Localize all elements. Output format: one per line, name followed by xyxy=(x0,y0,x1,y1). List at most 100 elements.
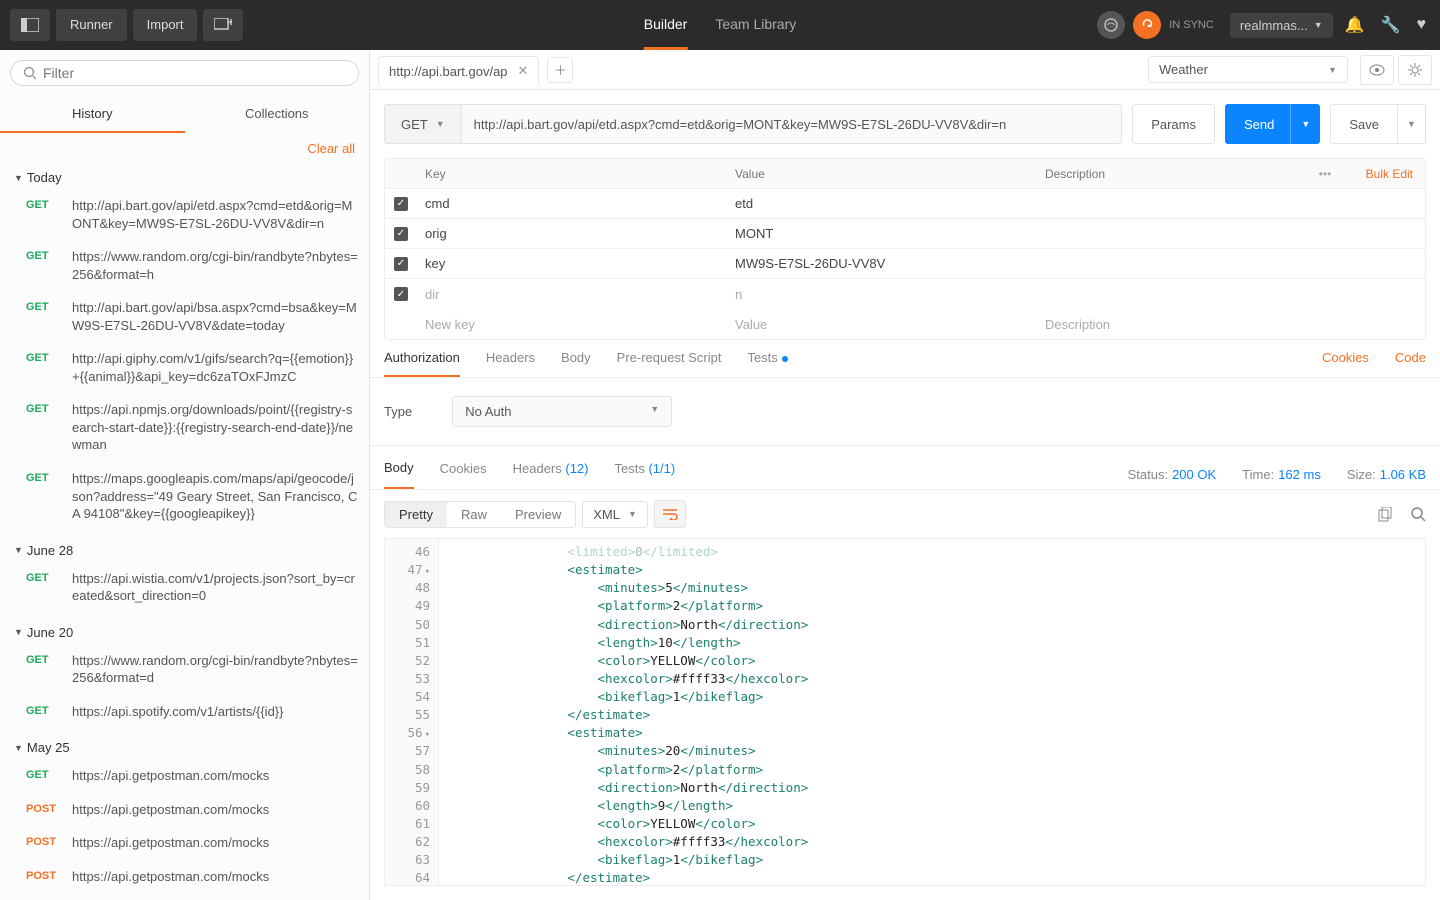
resp-tab-headers[interactable]: Headers (12) xyxy=(513,461,589,488)
history-item[interactable]: GEThttps://www.random.org/cgi-bin/randby… xyxy=(10,242,359,293)
copy-response-icon[interactable] xyxy=(1378,507,1393,522)
checkbox-icon[interactable]: ✓ xyxy=(394,227,408,241)
toggle-sidebar-button[interactable] xyxy=(10,9,50,41)
new-window-button[interactable] xyxy=(203,9,243,41)
import-button[interactable]: Import xyxy=(133,9,198,41)
subtab-body[interactable]: Body xyxy=(561,350,591,377)
subtab-tests[interactable]: Tests xyxy=(747,350,787,377)
env-quicklook-button[interactable] xyxy=(1360,55,1394,85)
param-key[interactable]: key xyxy=(417,251,727,276)
param-row[interactable]: ✓ keyMW9S-E7SL-26DU-VV8V xyxy=(385,249,1425,279)
resp-tab-cookies[interactable]: Cookies xyxy=(440,461,487,488)
subtab-headers[interactable]: Headers xyxy=(486,350,535,377)
notifications-icon[interactable]: 🔔 xyxy=(1341,15,1369,35)
param-value[interactable]: etd xyxy=(727,191,1037,216)
history-item[interactable]: POSThttps://api.getpostman.com/mocks xyxy=(10,795,359,829)
sidebar-filter[interactable] xyxy=(10,60,359,86)
subtab-authorization[interactable]: Authorization xyxy=(384,350,460,377)
filter-input[interactable] xyxy=(43,65,346,81)
mode-raw[interactable]: Raw xyxy=(447,502,501,527)
history-item[interactable]: GEThttps://api.npmjs.org/downloads/point… xyxy=(10,395,359,464)
tab-builder[interactable]: Builder xyxy=(644,1,688,50)
send-options-button[interactable]: ▼ xyxy=(1290,104,1320,144)
response-mode-bar: Pretty Raw Preview XML▼ xyxy=(370,490,1440,538)
param-key[interactable]: orig xyxy=(417,221,727,246)
resp-tab-body[interactable]: Body xyxy=(384,460,414,489)
resp-status: Status:200 OK xyxy=(1128,467,1217,482)
chevron-down-icon: ▼ xyxy=(436,119,445,129)
history-item[interactable]: POSThttps://api.getpostman.com/mocks xyxy=(10,828,359,862)
params-button[interactable]: Params xyxy=(1132,104,1215,144)
param-row[interactable]: ✓ dirn xyxy=(385,279,1425,309)
user-menu[interactable]: realmmas...▼ xyxy=(1230,13,1333,38)
cookies-link[interactable]: Cookies xyxy=(1322,350,1369,377)
new-desc-input[interactable]: Description xyxy=(1037,312,1305,337)
send-button[interactable]: Send xyxy=(1225,104,1293,144)
param-value[interactable]: MW9S-E7SL-26DU-VV8V xyxy=(727,251,1037,276)
tab-team-library[interactable]: Team Library xyxy=(715,1,796,50)
sidebar-tab-history[interactable]: History xyxy=(0,96,185,133)
history-item[interactable]: GEThttp://api.bart.gov/api/etd.aspx?cmd=… xyxy=(10,191,359,242)
new-key-input[interactable]: New key xyxy=(417,312,727,337)
code-link[interactable]: Code xyxy=(1395,350,1426,377)
param-key[interactable]: cmd xyxy=(417,191,727,216)
checkbox-icon[interactable]: ✓ xyxy=(394,287,408,301)
history-item-url: http://api.giphy.com/v1/gifs/search?q={{… xyxy=(72,350,359,385)
param-row[interactable]: ✓ origMONT xyxy=(385,219,1425,249)
history-item[interactable]: GEThttp://api.bart.gov/api/bsa.aspx?cmd=… xyxy=(10,293,359,344)
checkbox-icon[interactable]: ✓ xyxy=(394,197,408,211)
sidebar-tab-collections[interactable]: Collections xyxy=(185,96,370,133)
favorite-icon[interactable]: ♥ xyxy=(1413,16,1431,34)
checkbox-icon[interactable]: ✓ xyxy=(394,257,408,271)
new-value-input[interactable]: Value xyxy=(727,312,1037,337)
history-item[interactable]: GEThttps://maps.googleapis.com/maps/api/… xyxy=(10,464,359,533)
search-response-icon[interactable] xyxy=(1411,507,1426,522)
history-item[interactable]: POSThttps://api.getpostman.com/mocks xyxy=(10,862,359,896)
param-row[interactable]: ✓ cmdetd xyxy=(385,189,1425,219)
sidebar-day-header[interactable]: ▼June 20 xyxy=(10,615,359,646)
history-item[interactable]: GEThttps://api.spotify.com/v1/artists/{{… xyxy=(10,697,359,731)
param-key[interactable]: dir xyxy=(417,282,727,307)
subtab-prerequest[interactable]: Pre-request Script xyxy=(617,350,722,377)
sidebar-history-list[interactable]: ▼TodayGEThttp://api.bart.gov/api/etd.asp… xyxy=(0,160,369,900)
environment-select[interactable]: Weather▼ xyxy=(1148,56,1348,83)
mode-pretty[interactable]: Pretty xyxy=(385,502,447,527)
auth-type-select[interactable]: No Auth▼ xyxy=(452,396,672,427)
close-tab-icon[interactable]: ✕ xyxy=(518,63,529,79)
history-item[interactable]: POSThttps://api.getpostman.com/mocks xyxy=(10,896,359,900)
wrap-lines-button[interactable] xyxy=(654,500,686,528)
bulk-edit-link[interactable]: Bulk Edit xyxy=(1345,167,1425,181)
save-options-button[interactable]: ▼ xyxy=(1398,104,1426,144)
history-item[interactable]: GEThttps://www.random.org/cgi-bin/randby… xyxy=(10,646,359,697)
sync-status-label: IN SYNC xyxy=(1169,19,1214,31)
param-desc[interactable] xyxy=(1037,229,1305,239)
response-body-viewer[interactable]: 4647▾484950515253545556▾5758596061626364… xyxy=(384,538,1426,886)
url-input[interactable]: http://api.bart.gov/api/etd.aspx?cmd=etd… xyxy=(462,104,1123,144)
history-item-url: https://api.getpostman.com/mocks xyxy=(72,868,359,886)
request-tab[interactable]: http://api.bart.gov/ap ✕ xyxy=(378,56,539,85)
history-item[interactable]: GEThttp://api.giphy.com/v1/gifs/search?q… xyxy=(10,344,359,395)
save-button[interactable]: Save xyxy=(1330,104,1398,144)
history-item[interactable]: GEThttps://api.getpostman.com/mocks xyxy=(10,761,359,795)
param-desc[interactable] xyxy=(1037,259,1305,269)
sidebar-day-header[interactable]: ▼Today xyxy=(10,160,359,191)
sidebar-day-header[interactable]: ▼June 28 xyxy=(10,533,359,564)
param-value[interactable]: n xyxy=(727,282,1037,307)
format-select[interactable]: XML▼ xyxy=(582,501,648,528)
interceptor-icon[interactable] xyxy=(1097,11,1125,39)
settings-icon[interactable]: 🔧 xyxy=(1377,15,1405,35)
sidebar-day-header[interactable]: ▼May 25 xyxy=(10,730,359,761)
mode-preview[interactable]: Preview xyxy=(501,502,575,527)
param-desc[interactable] xyxy=(1037,199,1305,209)
param-value[interactable]: MONT xyxy=(727,221,1037,246)
param-desc[interactable] xyxy=(1037,289,1305,299)
add-tab-button[interactable]: ＋ xyxy=(547,57,573,83)
clear-all-link[interactable]: Clear all xyxy=(0,133,369,160)
env-settings-button[interactable] xyxy=(1398,55,1432,85)
resp-tab-tests[interactable]: Tests (1/1) xyxy=(615,461,676,488)
sync-status-icon[interactable] xyxy=(1133,11,1161,39)
method-select[interactable]: GET▼ xyxy=(384,104,462,144)
history-item[interactable]: GEThttps://api.wistia.com/v1/projects.js… xyxy=(10,564,359,615)
runner-button[interactable]: Runner xyxy=(56,9,127,41)
more-options-icon[interactable]: ••• xyxy=(1305,167,1345,181)
